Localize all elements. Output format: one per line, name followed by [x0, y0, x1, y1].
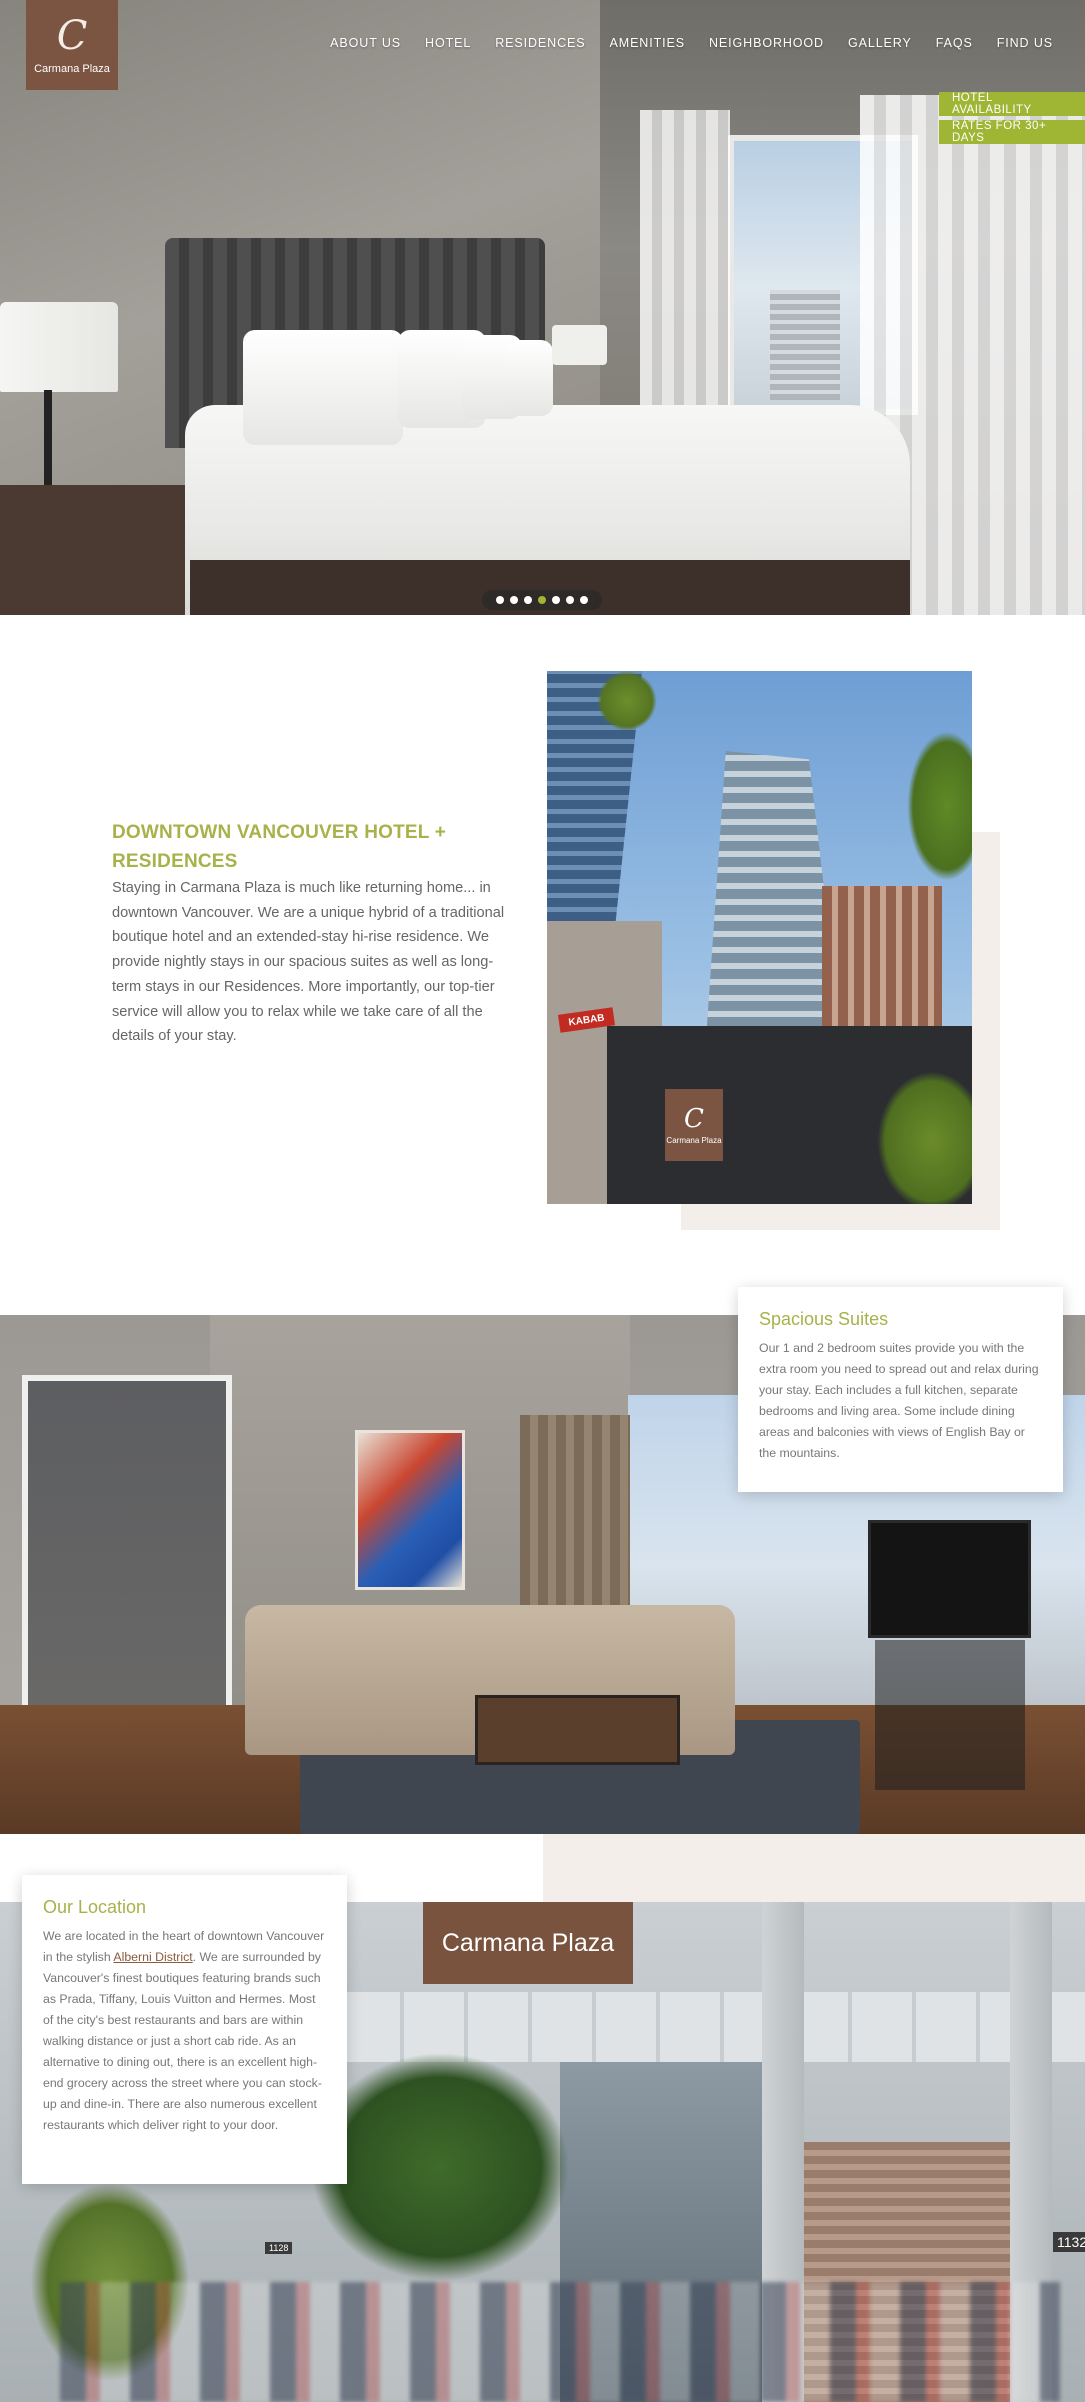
nav-gallery[interactable]: GALLERY [848, 36, 912, 50]
suites-body: Our 1 and 2 bedroom suites provide you w… [759, 1341, 1039, 1460]
hero-image-lamp [552, 325, 607, 365]
hero-image-building [770, 290, 840, 400]
slider-dot[interactable] [566, 596, 574, 604]
suite-coffee-table [475, 1695, 680, 1765]
main-nav: ABOUT US HOTEL RESIDENCES AMENITIES NEIG… [330, 36, 1053, 50]
nav-neighborhood[interactable]: NEIGHBORHOOD [709, 36, 824, 50]
photo-tree [907, 731, 972, 881]
hero-image-pillow [243, 330, 403, 445]
intro-body: Staying in Carmana Plaza is much like re… [112, 880, 505, 1045]
suite-tv-stand [875, 1640, 1025, 1790]
location-card: Our Location We are located in the heart… [22, 1875, 347, 2184]
photo-tree [597, 671, 657, 731]
slider-dot[interactable] [552, 596, 560, 604]
slider-dot[interactable] [510, 596, 518, 604]
nav-hotel[interactable]: HOTEL [425, 36, 471, 50]
nav-amenities[interactable]: AMENITIES [610, 36, 685, 50]
logo-text: Carmana Plaza [34, 63, 110, 75]
suite-artwork [355, 1430, 465, 1590]
slider-pagination [482, 590, 602, 610]
nav-find-us[interactable]: FIND US [997, 36, 1053, 50]
building-photo: KABAB C Carmana Plaza [547, 671, 972, 1204]
hotel-availability-button[interactable]: HOTEL AVAILABILITY [939, 92, 1085, 116]
suite-tv [868, 1520, 1031, 1638]
slider-dot[interactable] [538, 596, 546, 604]
slider-dot[interactable] [524, 596, 532, 604]
location-title: Our Location [43, 1897, 147, 1917]
photo-hotel-sign: C Carmana Plaza [665, 1089, 723, 1161]
photo-sign-mark: C [684, 1103, 704, 1134]
rates-30-days-button[interactable]: RATES FOR 30+ DAYS [939, 120, 1085, 144]
photo-sign-text: Carmana Plaza [666, 1135, 722, 1145]
suites-title: Spacious Suites [759, 1309, 889, 1329]
hero-image-curtain [640, 110, 730, 450]
location-body-text: . We are surrounded by Vancouver's fines… [43, 1950, 322, 2132]
alberni-district-link[interactable]: Alberni District [113, 1950, 192, 1964]
site-logo[interactable]: C Carmana Plaza [26, 0, 118, 90]
decorative-beige-band [543, 1834, 1085, 1902]
nav-residences[interactable]: RESIDENCES [495, 36, 585, 50]
slider-dot[interactable] [580, 596, 588, 604]
location-body: We are located in the heart of downtown … [43, 1926, 326, 2136]
location-hotel-sign: Carmana Plaza [423, 1902, 633, 1984]
hero-slider[interactable]: C Carmana Plaza ABOUT US HOTEL RESIDENCE… [0, 0, 1085, 615]
location-street-number: 1128 [265, 2242, 293, 2254]
location-street-number: 1132 [1053, 2232, 1085, 2252]
slider-dot[interactable] [496, 596, 504, 604]
nav-about-us[interactable]: ABOUT US [330, 36, 401, 50]
location-palm [310, 2052, 570, 2282]
logo-mark: C [56, 13, 88, 59]
hero-image-nightstand [0, 485, 185, 615]
intro-title: DOWNTOWN VANCOUVER HOTEL + RESIDENCES [112, 822, 447, 872]
hero-image-lamp [0, 302, 118, 392]
photo-tree [877, 1071, 972, 1204]
nav-faqs[interactable]: FAQS [936, 36, 973, 50]
hero-image-pillow [505, 340, 553, 416]
suites-card: Spacious Suites Our 1 and 2 bedroom suit… [738, 1287, 1063, 1492]
location-pedestrians [60, 2282, 1060, 2402]
